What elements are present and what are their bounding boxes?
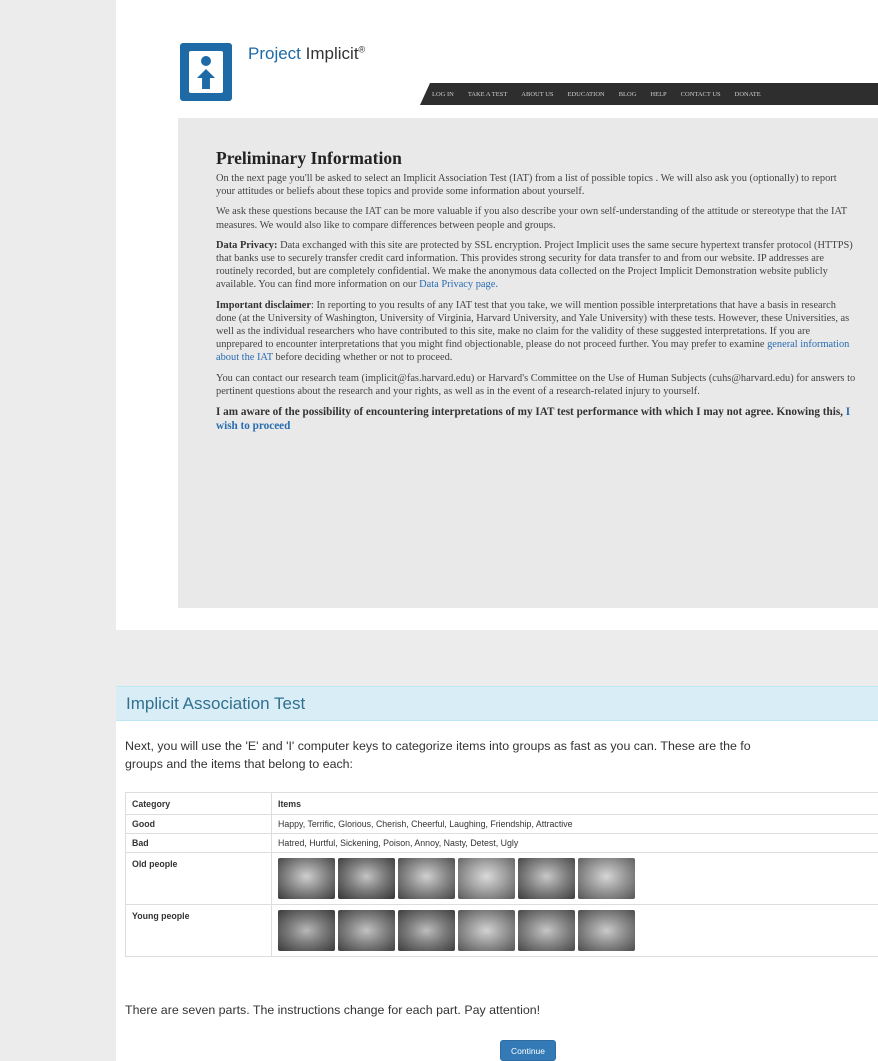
consent-statement: I am aware of the possibility of encount…	[216, 406, 851, 433]
privacy-paragraph: Data Privacy: Data exchanged with this s…	[216, 239, 853, 291]
table-header-row: Category Items	[125, 792, 878, 815]
iat-panel-heading: Implicit Association Test	[116, 686, 878, 721]
page-title: Preliminary Information	[216, 148, 402, 168]
disclaimer-paragraph: Important disclaimer: In reporting to yo…	[216, 299, 850, 364]
table-row: Good Happy, Terrific, Glorious, Cherish,…	[125, 814, 878, 834]
face-photo	[518, 858, 575, 899]
face-photo	[278, 858, 335, 899]
brand-name[interactable]: Project Implicit®	[248, 44, 365, 64]
nav-donate[interactable]: DONATE	[735, 91, 761, 98]
project-implicit-panel: Project Implicit® LOG IN TAKE A TEST ABO…	[116, 0, 878, 630]
preliminary-info-box: Preliminary Information On the next page…	[178, 118, 878, 608]
young-people-faces	[278, 910, 878, 951]
face-photo	[458, 858, 515, 899]
nav-blog[interactable]: BLOG	[619, 91, 637, 98]
left-gutter	[0, 0, 18, 1061]
nav-log-in[interactable]: LOG IN	[432, 91, 454, 98]
nav-help[interactable]: HELP	[650, 91, 666, 98]
top-navigation: LOG IN TAKE A TEST ABOUT US EDUCATION BL…	[420, 83, 878, 105]
section-gap	[18, 630, 878, 686]
reason-paragraph: We ask these questions because the IAT c…	[216, 206, 847, 231]
iat-panel: Implicit Association Test Next, you will…	[116, 686, 878, 1061]
face-photo	[398, 858, 455, 899]
face-photo	[398, 910, 455, 951]
project-implicit-logo-icon[interactable]	[180, 43, 232, 101]
face-photo	[578, 858, 635, 899]
continue-button[interactable]: Continue	[500, 1040, 556, 1061]
face-photo	[458, 910, 515, 951]
table-row: Young people	[125, 904, 878, 957]
table-row: Bad Hatred, Hurtful, Sickening, Poison, …	[125, 833, 878, 853]
face-photo	[578, 910, 635, 951]
face-photo	[278, 910, 335, 951]
header-category: Category	[125, 792, 272, 815]
nav-take-a-test[interactable]: TAKE A TEST	[468, 91, 507, 98]
category-table: Category Items Good Happy, Terrific, Glo…	[125, 792, 878, 957]
iat-title: Implicit Association Test	[126, 694, 306, 713]
data-privacy-link[interactable]: Data Privacy page.	[419, 279, 498, 290]
intro-paragraph: On the next page you'll be asked to sele…	[216, 173, 837, 198]
left-band	[18, 0, 116, 1061]
contact-paragraph: You can contact our research team (impli…	[216, 372, 856, 397]
old-people-faces	[278, 858, 878, 899]
face-photo	[518, 910, 575, 951]
nav-education[interactable]: EDUCATION	[568, 91, 605, 98]
face-photo	[338, 858, 395, 899]
nav-contact-us[interactable]: CONTACT US	[681, 91, 721, 98]
face-photo	[338, 910, 395, 951]
nav-about-us[interactable]: ABOUT US	[521, 91, 553, 98]
iat-instructions: Next, you will use the 'E' and 'I' compu…	[125, 739, 751, 771]
header-items: Items	[271, 792, 878, 815]
parts-notice: There are seven parts. The instructions …	[125, 1003, 541, 1017]
table-row: Old people	[125, 852, 878, 905]
